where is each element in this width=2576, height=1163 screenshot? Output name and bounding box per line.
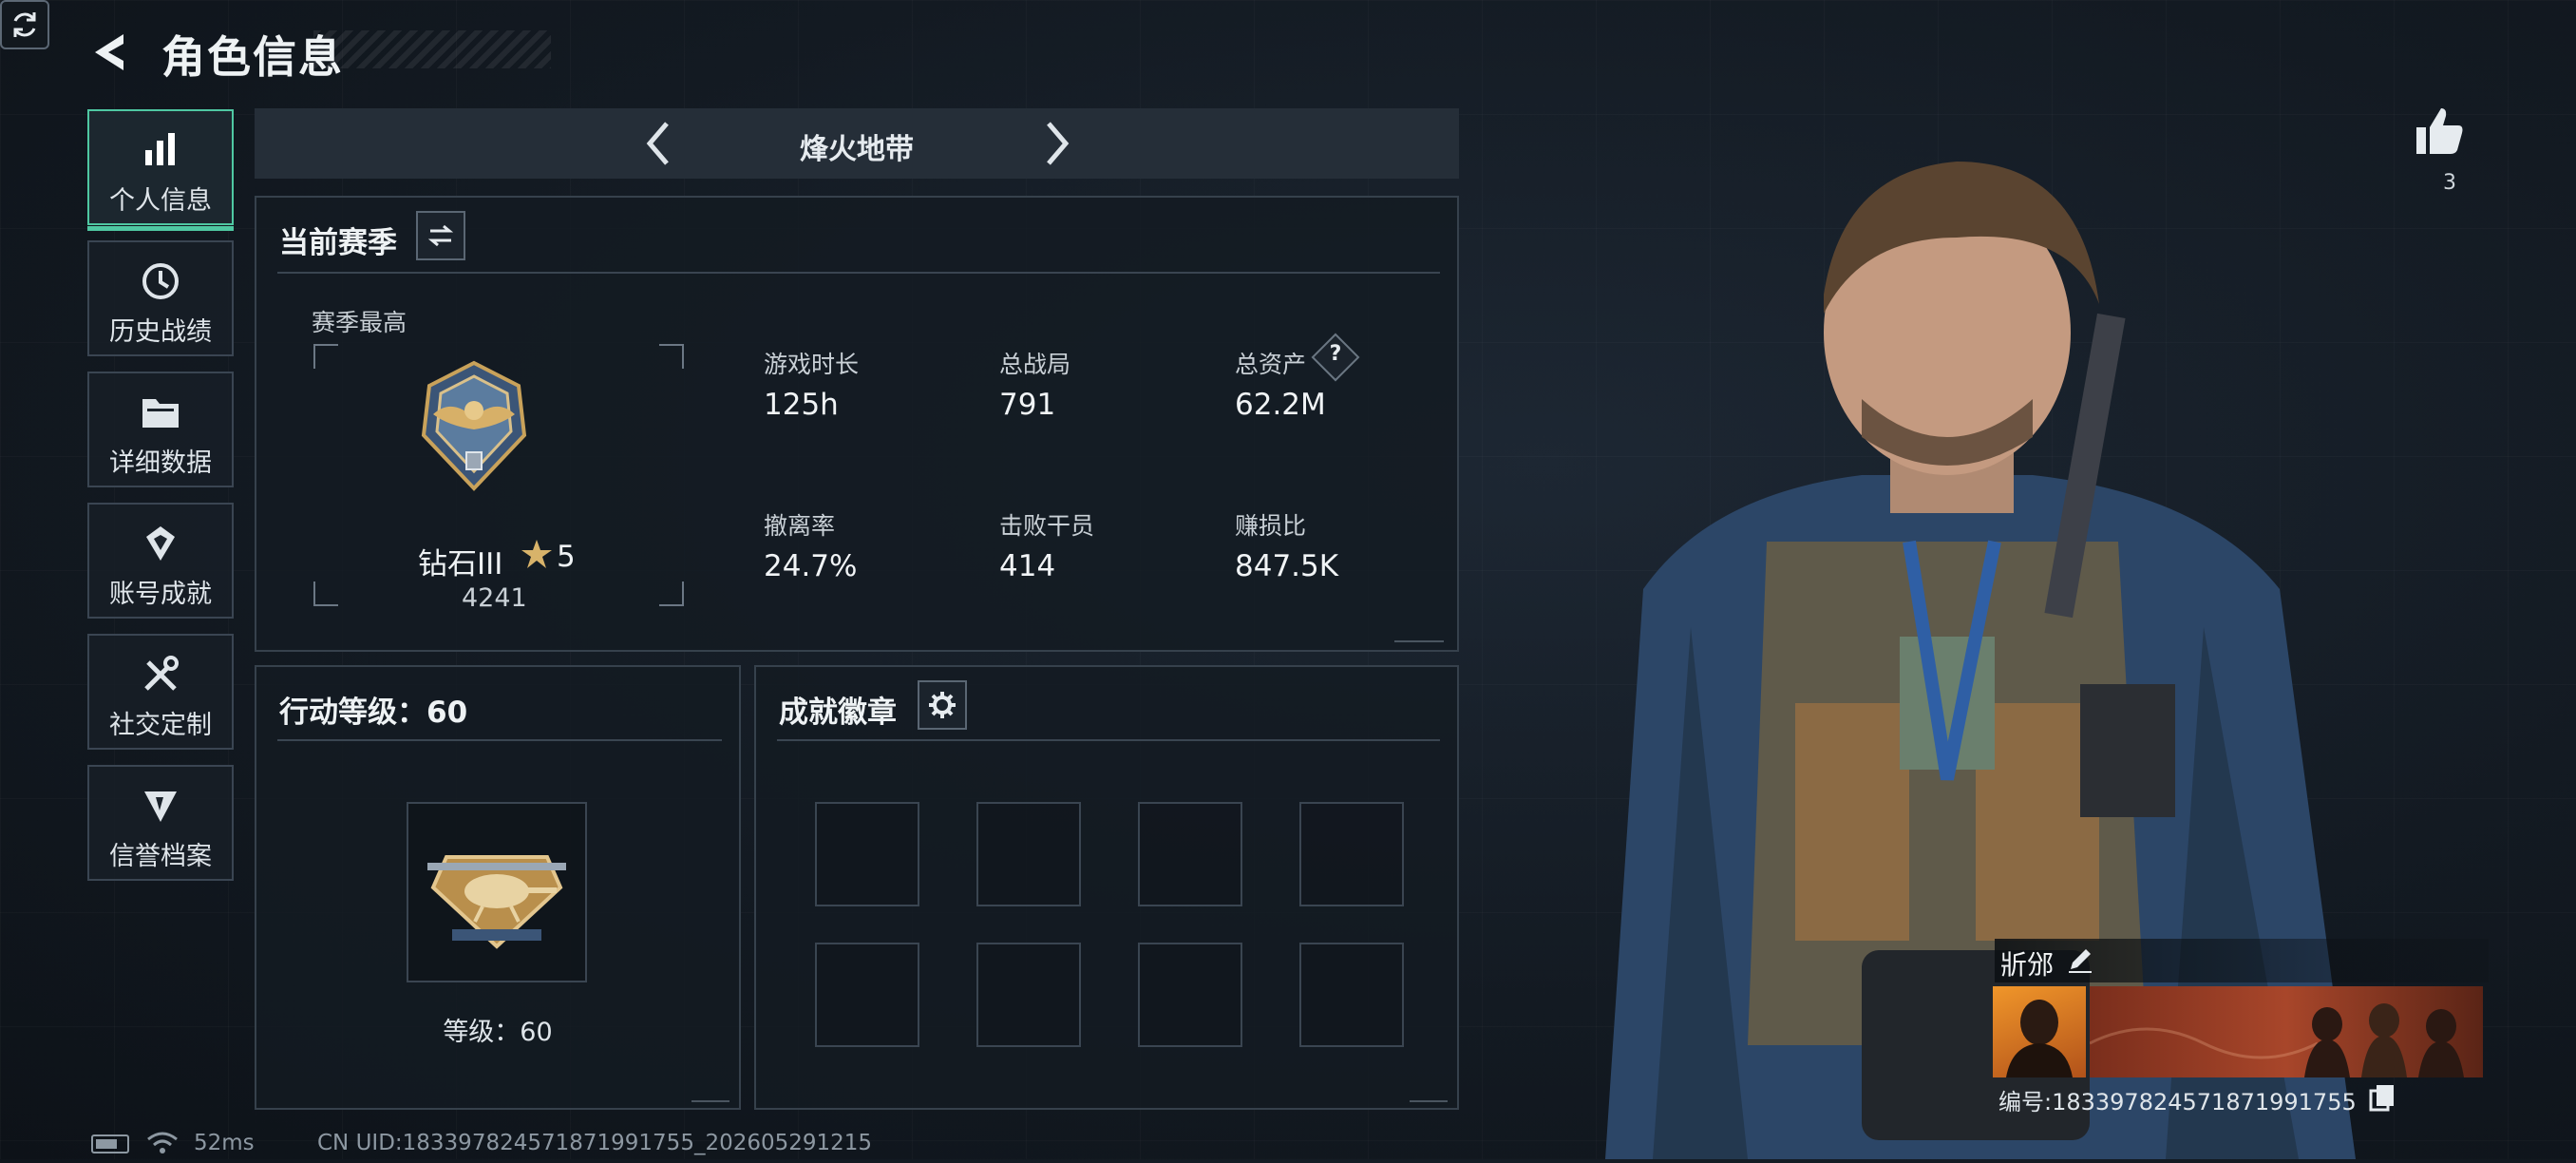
sidebar-item-reputation[interactable]: 信誉档案 — [87, 765, 234, 881]
achievement-icon — [89, 522, 232, 565]
sidebar-item-label: 历史战绩 — [109, 317, 212, 347]
badge-slot[interactable] — [1138, 943, 1242, 1047]
pencil-icon — [2069, 949, 2092, 973]
bar-chart-icon — [89, 128, 232, 172]
sidebar-item-account-achievements[interactable]: 账号成就 — [87, 503, 234, 619]
badge-settings-button[interactable] — [918, 680, 967, 730]
divider — [777, 739, 1440, 741]
stat-label-operators-defeated: 击败干员 — [999, 512, 1095, 540]
season-name: 烽火地带 — [800, 133, 914, 166]
sidebar-item-label: 个人信息 — [109, 186, 212, 216]
frame-corner — [313, 582, 338, 606]
stat-value-total-assets: 62.2M — [1235, 388, 1326, 422]
stat-value-total-matches: 791 — [999, 388, 1056, 422]
divider — [277, 739, 722, 741]
avatar-portrait — [2006, 1000, 2073, 1077]
copy-icon — [2369, 1085, 2394, 1112]
achievement-badges-title: 成就徽章 — [779, 696, 897, 730]
tools-icon — [89, 653, 232, 696]
player-name: 斨邠 — [2000, 949, 2055, 981]
stat-value-playtime: 125h — [764, 388, 839, 422]
rank-stars: 5 — [557, 540, 576, 574]
stat-label-profit-ratio: 赚损比 — [1235, 512, 1307, 540]
stat-label-total-matches: 总战局 — [999, 351, 1071, 378]
stat-label-playtime: 游戏时长 — [764, 351, 860, 378]
back-arrow-icon — [95, 34, 123, 70]
achievement-badges-panel: 成就徽章 — [754, 665, 1459, 1110]
rank-emblem — [414, 359, 534, 492]
action-level-title: 行动等级：60 — [279, 696, 468, 730]
folder-icon — [89, 391, 232, 434]
copy-id-button[interactable] — [2369, 1083, 2396, 1112]
panel-corner-decoration — [1410, 1087, 1448, 1102]
rank-name: 钻石III — [418, 547, 503, 582]
sidebar-item-personal-info[interactable]: 个人信息 — [87, 109, 234, 231]
badge-slot[interactable] — [1299, 802, 1404, 906]
sidebar-item-history[interactable]: 历史战绩 — [87, 240, 234, 356]
badge-slot[interactable] — [1138, 802, 1242, 906]
badge-slot[interactable] — [976, 802, 1081, 906]
squad-banner-art — [2090, 1003, 2464, 1077]
helicopter-level-icon — [427, 855, 566, 949]
stat-label-total-assets: 总资产 — [1235, 351, 1307, 378]
sidebar-item-label: 详细数据 — [109, 448, 212, 478]
badge-slot[interactable] — [815, 802, 919, 906]
ping: 52ms — [194, 1131, 255, 1155]
swap-icon — [427, 224, 454, 247]
history-icon — [89, 259, 232, 303]
uid-text: CN UID:183397824571871991755_20260529121… — [317, 1131, 873, 1155]
stat-value-extraction-rate: 24.7% — [764, 549, 858, 583]
season-next-button[interactable] — [1030, 118, 1081, 169]
edit-name-button[interactable] — [2065, 944, 2095, 975]
panel-corner-decoration — [1394, 627, 1444, 642]
frame-corner — [313, 344, 338, 369]
player-name-bar: 斨邠 — [1995, 939, 2489, 982]
season-best-label: 赛季最高 — [312, 309, 407, 336]
sidebar-item-label: 社交定制 — [109, 711, 212, 740]
badge-slot[interactable] — [976, 943, 1081, 1047]
wifi-icon — [146, 1131, 179, 1155]
season-switch-button[interactable] — [416, 211, 465, 260]
sidebar-item-social-customize[interactable]: 社交定制 — [87, 634, 234, 750]
battery-icon — [91, 1134, 129, 1153]
season-selector: 烽火地带 — [255, 108, 1459, 179]
gear-icon — [929, 692, 956, 718]
action-level-panel: 行动等级：60 等级：60 — [255, 665, 741, 1110]
avatar[interactable] — [1993, 986, 2086, 1077]
player-id: 编号:1833978245718719917​55 — [1998, 1089, 2357, 1115]
name-card-banner[interactable] — [2090, 986, 2483, 1077]
level-emblem-frame — [407, 802, 587, 982]
stat-label-extraction-rate: 撤离率 — [764, 512, 836, 540]
stat-value-profit-ratio: 847.5K — [1235, 549, 1339, 583]
help-icon-label: ? — [1329, 342, 1342, 366]
sidebar-item-detailed-data[interactable]: 详细数据 — [87, 372, 234, 487]
sidebar-item-label: 信誉档案 — [109, 842, 212, 871]
badge-slot[interactable] — [815, 943, 919, 1047]
current-season-panel: 当前赛季 赛季最高 钻石III 5 4241 游戏时长 125h 总战局 791… — [255, 196, 1459, 652]
title-decoration — [313, 30, 551, 68]
stat-value-operators-defeated: 414 — [999, 549, 1056, 583]
like-count: 3 — [2443, 171, 2456, 195]
back-button[interactable] — [87, 29, 135, 76]
badge-slot[interactable] — [1299, 943, 1404, 1047]
level-label: 等级：60 — [443, 1018, 553, 1047]
chevron-right-icon — [1047, 122, 1070, 165]
current-season-title: 当前赛季 — [279, 226, 397, 260]
eagle-rank-icon — [421, 360, 527, 491]
frame-corner — [659, 582, 684, 606]
sidebar-item-label: 账号成就 — [109, 580, 212, 609]
rank-score: 4241 — [462, 583, 527, 613]
thumbs-up-icon — [2416, 108, 2463, 154]
panel-corner-decoration — [691, 1087, 729, 1102]
like-button[interactable] — [2413, 105, 2466, 158]
frame-corner — [659, 344, 684, 369]
shield-icon — [89, 784, 232, 828]
star-icon — [521, 538, 553, 570]
divider — [277, 272, 1440, 274]
